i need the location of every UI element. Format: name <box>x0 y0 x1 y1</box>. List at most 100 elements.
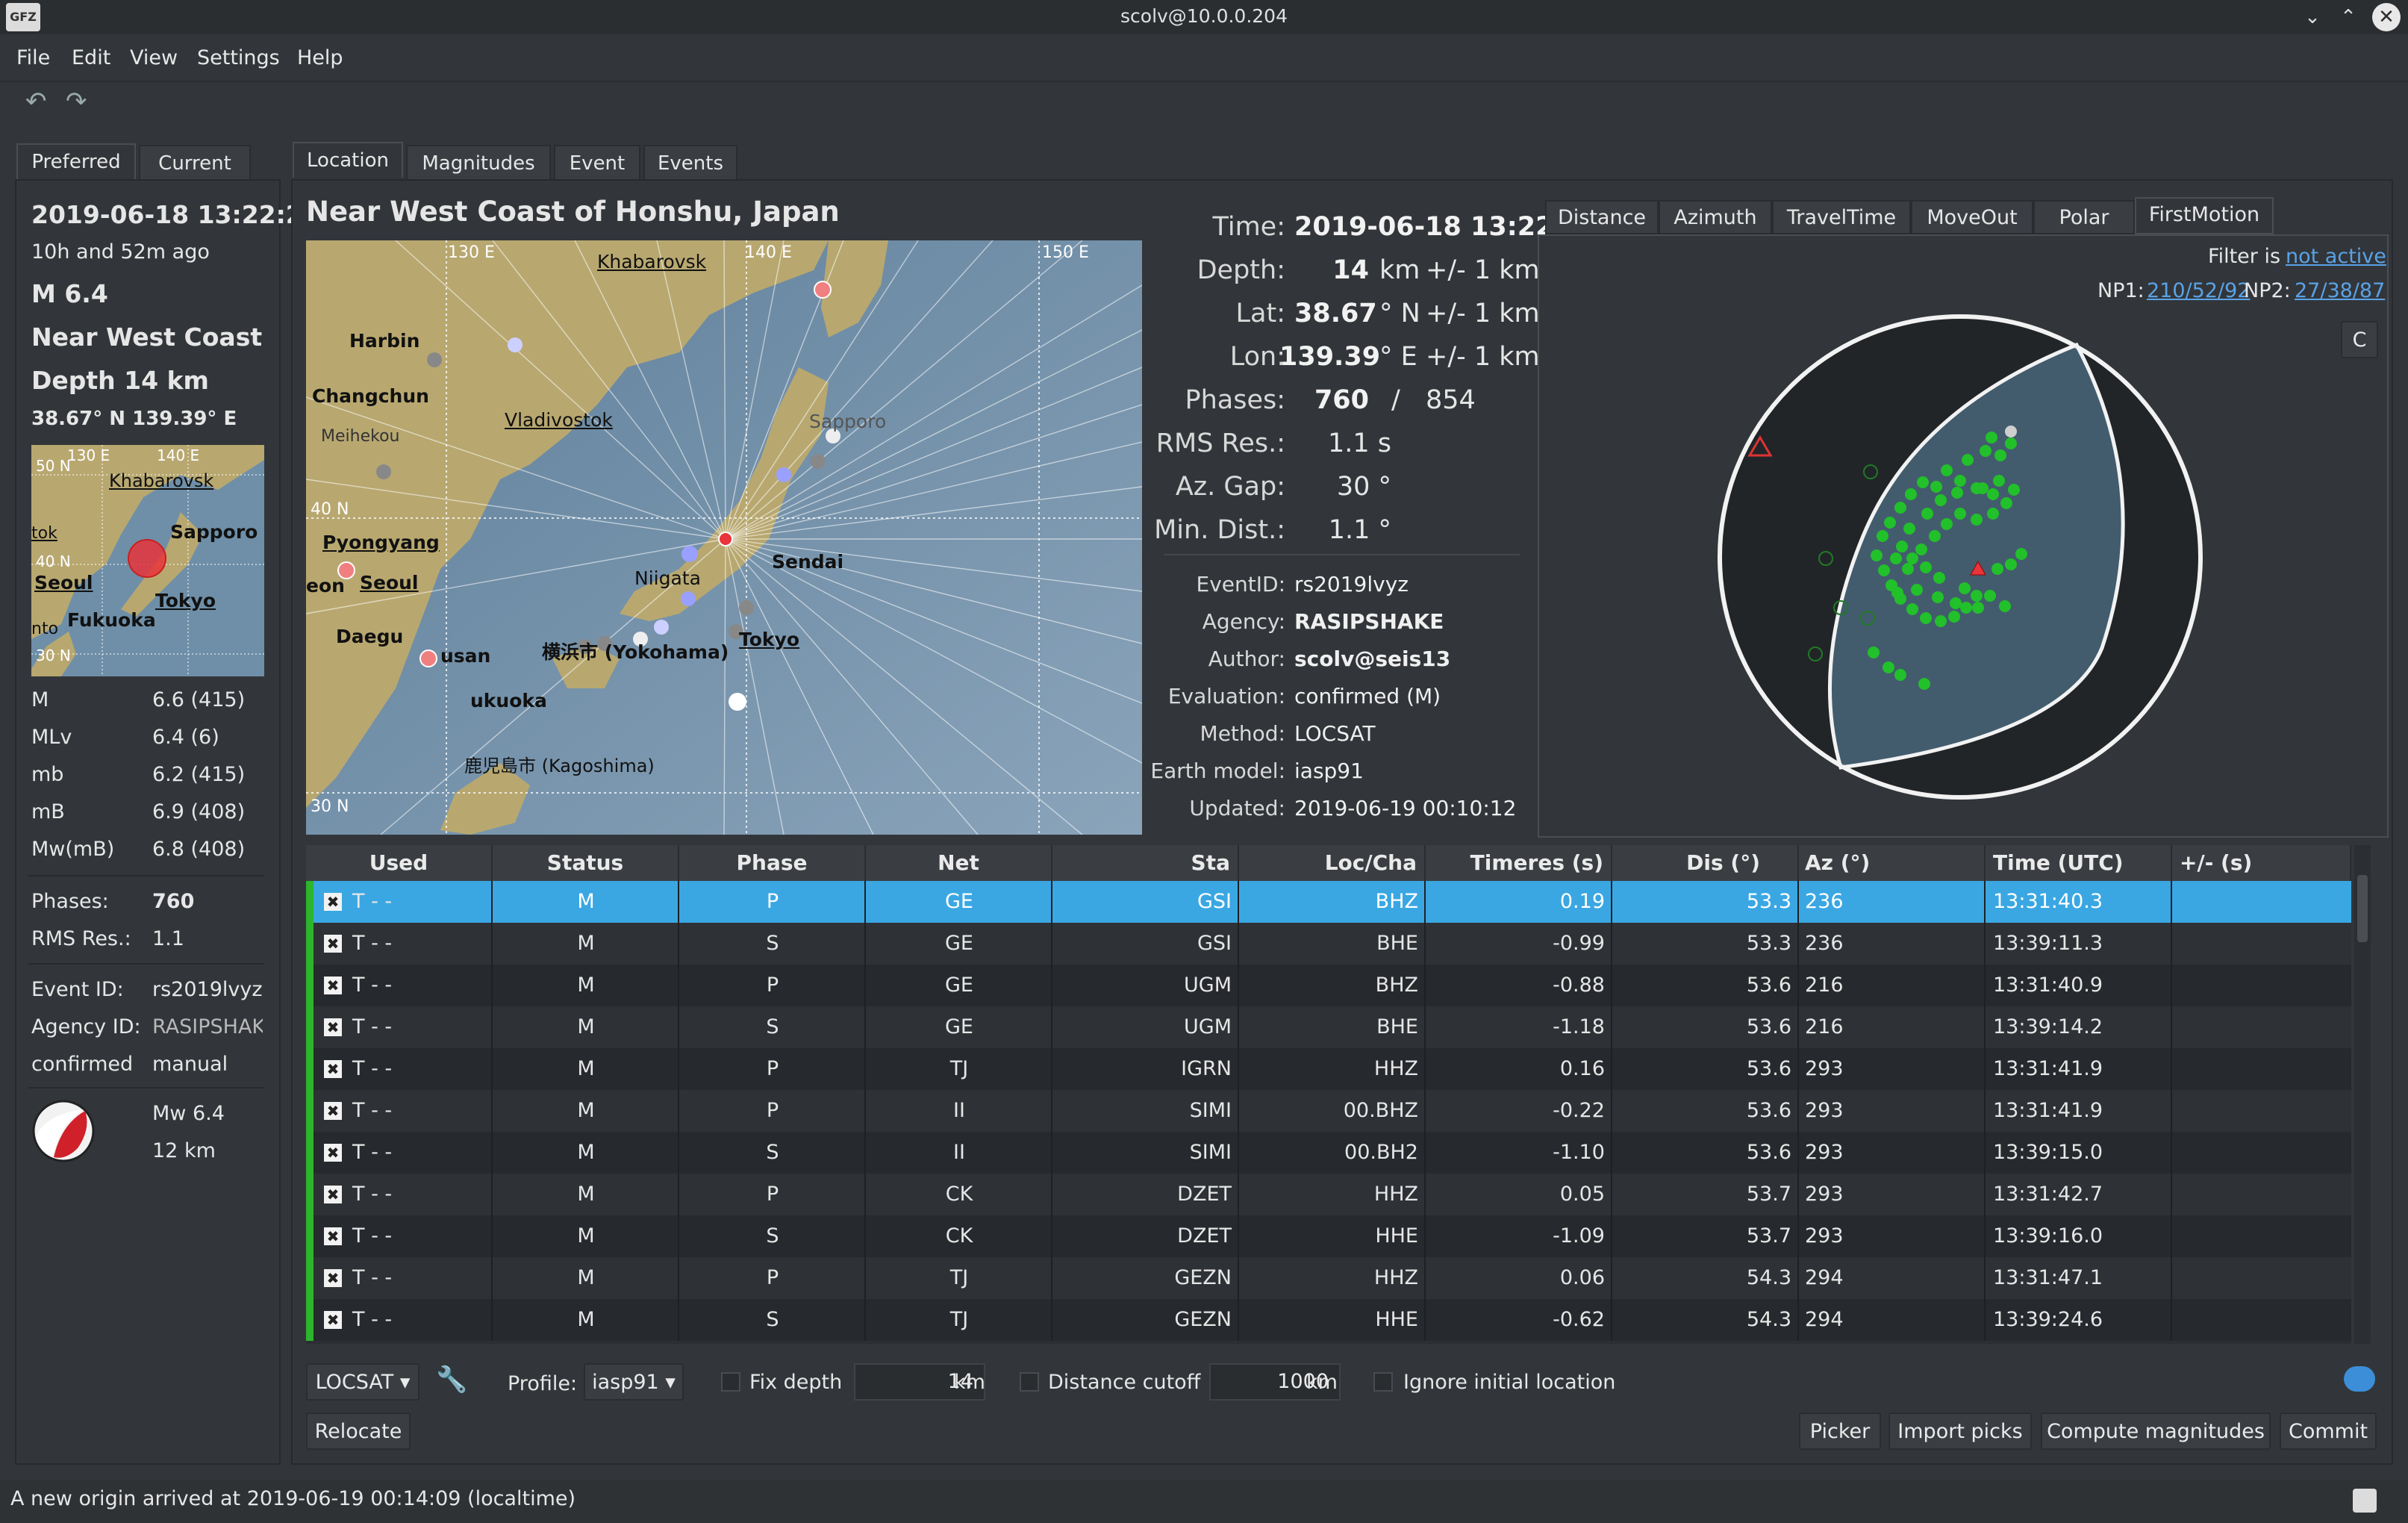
np2-link[interactable]: 27/38/87 <box>2295 279 2385 302</box>
menu-file[interactable]: File <box>16 46 50 69</box>
table-row[interactable]: ✖ T - - M S GE UGM BHE -1.18 53.6 216 13:39:14.2 <box>306 1006 2351 1048</box>
column-separator <box>864 1299 866 1341</box>
summary-time: 2019-06-18 13:22:21 <box>31 200 320 229</box>
redo-icon[interactable]: ↷ <box>66 87 87 116</box>
used-checkbox[interactable]: ✖ <box>324 1144 342 1162</box>
used-checkbox[interactable]: ✖ <box>324 893 342 911</box>
used-checkbox[interactable]: ✖ <box>324 1018 342 1036</box>
plot-options-button[interactable]: C <box>2341 321 2378 358</box>
chat-icon[interactable] <box>2344 1366 2375 1392</box>
import-picks-button[interactable]: Import picks <box>1888 1413 2032 1450</box>
tab-event[interactable]: Event <box>554 145 640 181</box>
mag-value-mwmb: 6.8 (408) <box>152 838 246 861</box>
menu-help[interactable]: Help <box>297 46 343 69</box>
map-city-pyongyang: Pyongyang <box>322 532 440 553</box>
col-status[interactable]: Status <box>493 845 679 881</box>
map-city-sapporo: Sapporo <box>809 411 887 432</box>
tab-firstmotion[interactable]: FirstMotion <box>2135 197 2274 234</box>
menu-view[interactable]: View <box>130 46 178 69</box>
ignore-initial-checkbox[interactable] <box>1373 1372 1393 1392</box>
table-row[interactable]: ✖ T - - M S CK DZET HHE -1.09 53.7 293 13:39:16.0 <box>306 1215 2351 1257</box>
first-motion-plot[interactable] <box>1714 312 2206 802</box>
tab-preferred[interactable]: Preferred <box>16 143 136 179</box>
table-row[interactable]: ✖ T - - M S GE GSI BHE -0.99 53.3 236 13:39:11.3 <box>306 923 2351 965</box>
col-net[interactable]: Net <box>866 845 1052 881</box>
cell-timeres: 0.19 <box>1559 890 1605 913</box>
column-separator <box>1984 1006 1986 1048</box>
profile-value: iasp91 <box>592 1371 659 1394</box>
commit-button[interactable]: Commit <box>2280 1413 2377 1450</box>
table-row[interactable]: ✖ T - - M P GE UGM BHZ -0.88 53.6 216 13:31:40.9 <box>306 965 2351 1006</box>
fix-depth-checkbox[interactable] <box>721 1372 740 1392</box>
used-checkbox[interactable]: ✖ <box>324 1227 342 1245</box>
earth-model-label: Earth model: <box>1150 759 1285 783</box>
profile-select[interactable]: iasp91 ▾ <box>584 1363 684 1401</box>
col-error[interactable]: +/- (s) <box>2172 845 2351 881</box>
map-lat-40: 40 N <box>311 500 349 519</box>
relocate-button[interactable]: Relocate <box>306 1413 411 1450</box>
column-separator <box>1051 1174 1052 1215</box>
col-timeres[interactable]: Timeres (s) <box>1426 845 1612 881</box>
col-time[interactable]: Time (UTC) <box>1986 845 2172 881</box>
table-row[interactable]: ✖ T - - M P TJ GEZN HHZ 0.06 54.3 294 13:31:47.1 <box>306 1257 2351 1299</box>
tab-moveout[interactable]: MoveOut <box>1911 200 2033 234</box>
col-sta[interactable]: Sta <box>1052 845 1239 881</box>
minimize-icon[interactable]: ⌄ <box>2298 3 2327 31</box>
menu-settings[interactable]: Settings <box>197 46 280 69</box>
table-row[interactable]: ✖ T - - M P CK DZET HHZ 0.05 53.7 293 13:31:42.7 <box>306 1174 2351 1215</box>
table-row[interactable]: ✖ T - - M S II SIMI 00.BH2 -1.10 53.6 293 13:39:15… <box>306 1132 2351 1174</box>
tab-traveltime[interactable]: TravelTime <box>1772 200 1911 234</box>
mag-value-m: 6.6 (415) <box>152 688 246 711</box>
tab-location[interactable]: Location <box>293 142 403 178</box>
table-row[interactable]: ✖ T - - M P TJ IGRN HHZ 0.16 53.6 293 13:31:41.9 <box>306 1048 2351 1090</box>
phases-separator: / <box>1391 385 1400 415</box>
used-checkbox[interactable]: ✖ <box>324 977 342 994</box>
used-checkbox[interactable]: ✖ <box>324 1102 342 1120</box>
undo-icon[interactable]: ↶ <box>25 87 47 116</box>
used-checkbox[interactable]: ✖ <box>324 1060 342 1078</box>
menu-edit[interactable]: Edit <box>72 46 110 69</box>
connection-icon[interactable] <box>2353 1489 2377 1513</box>
close-icon[interactable]: ✕ <box>2372 3 2401 31</box>
used-checkbox[interactable]: ✖ <box>324 1311 342 1329</box>
filter-status-link[interactable]: not active <box>2286 245 2386 268</box>
cell-phase: P <box>766 1266 779 1289</box>
picker-button[interactable]: Picker <box>1799 1413 1881 1450</box>
table-row[interactable]: ✖ T - - M S TJ GEZN HHE -0.62 54.3 294 13:39:24.6 <box>306 1299 2351 1341</box>
cell-time: 13:39:14.2 <box>1993 1015 2103 1038</box>
table-row[interactable]: ✖ T - - M P GE GSI BHZ 0.19 53.3 236 13:31:40.3 <box>306 881 2351 923</box>
tab-events[interactable]: Events <box>643 145 737 181</box>
minimap-city-seoul: Seoul <box>34 572 93 594</box>
table-row[interactable]: ✖ T - - M P II SIMI 00.BHZ -0.22 53.6 293 13:31:41… <box>306 1090 2351 1132</box>
tab-current[interactable]: Current <box>139 145 251 181</box>
cell-net: TJ <box>949 1057 969 1080</box>
table-scrollbar[interactable] <box>2354 845 2371 1344</box>
np1-link[interactable]: 210/52/92 <box>2147 279 2250 302</box>
tab-magnitudes[interactable]: Magnitudes <box>406 145 551 181</box>
col-phase[interactable]: Phase <box>679 845 866 881</box>
locator-value: LOCSAT <box>315 1371 394 1394</box>
tab-polar[interactable]: Polar <box>2033 200 2135 234</box>
col-dis[interactable]: Dis (°) <box>1612 845 1799 881</box>
arrivals-table[interactable]: Used Status Phase Net Sta Loc/Cha Timere… <box>306 845 2351 1344</box>
col-az[interactable]: Az (°) <box>1799 845 1986 881</box>
minimap-lat-40: 40 N <box>36 552 71 570</box>
tab-azimuth[interactable]: Azimuth <box>1659 200 1772 234</box>
scrollbar-handle[interactable] <box>2357 875 2368 942</box>
wrench-icon[interactable]: 🔧 <box>436 1365 467 1395</box>
used-checkbox[interactable]: ✖ <box>324 935 342 953</box>
column-separator <box>1051 881 1052 923</box>
cell-loccha: HHZ <box>1373 1183 1418 1206</box>
distance-cutoff-checkbox[interactable] <box>1020 1372 1039 1392</box>
used-checkbox[interactable]: ✖ <box>324 1269 342 1287</box>
col-loccha[interactable]: Loc/Cha <box>1239 845 1426 881</box>
used-indicator <box>306 1132 314 1174</box>
col-used[interactable]: Used <box>306 845 493 881</box>
maximize-icon[interactable]: ⌃ <box>2333 3 2363 31</box>
locator-select[interactable]: LOCSAT ▾ <box>306 1363 419 1401</box>
compute-magnitudes-button[interactable]: Compute magnitudes <box>2041 1413 2271 1450</box>
tab-distance[interactable]: Distance <box>1545 200 1659 234</box>
used-checkbox[interactable]: ✖ <box>324 1186 342 1203</box>
mag-value-mb: 6.2 (415) <box>152 763 246 786</box>
cell-status: M <box>577 1015 595 1038</box>
